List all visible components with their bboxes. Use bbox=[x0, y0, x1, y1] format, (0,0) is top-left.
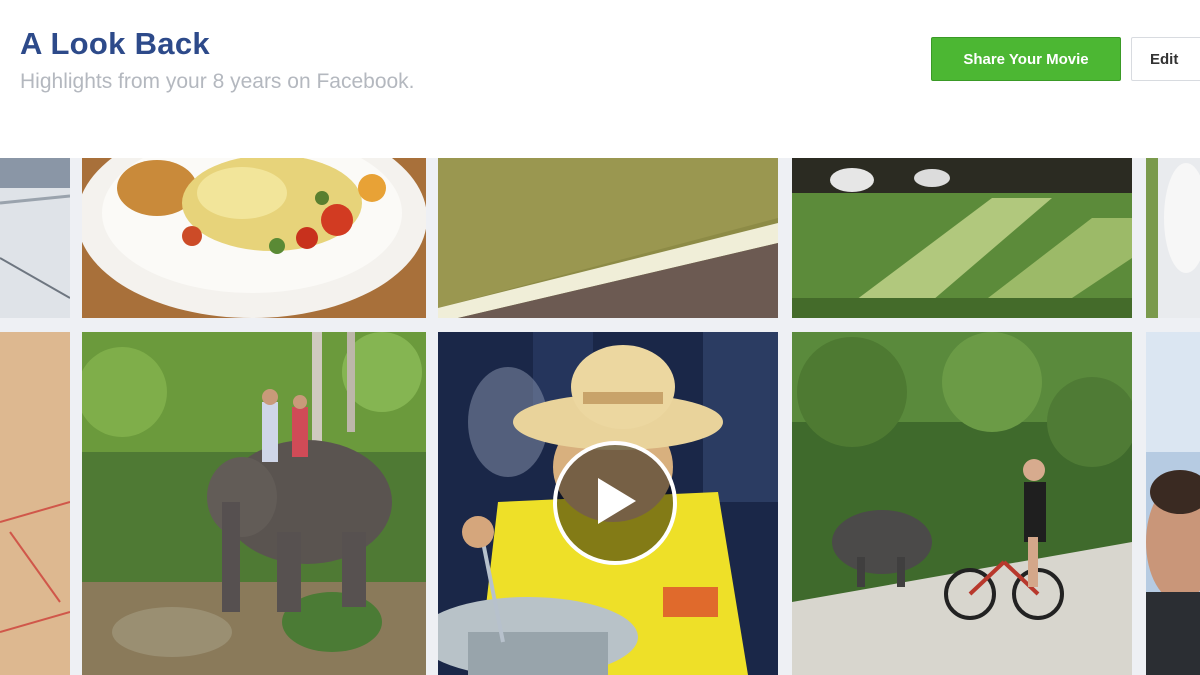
share-movie-button[interactable]: Share Your Movie bbox=[931, 37, 1121, 81]
play-button[interactable] bbox=[553, 441, 677, 565]
photo-tile-grass[interactable] bbox=[792, 158, 1132, 318]
photo-tile-field[interactable] bbox=[438, 158, 778, 318]
page-title: A Look Back bbox=[20, 26, 210, 61]
photo-tile-partial-right-2[interactable] bbox=[1146, 332, 1200, 675]
photo-tile-partial-right-1[interactable] bbox=[1146, 158, 1200, 318]
photo-tile-bicycle[interactable] bbox=[792, 332, 1132, 675]
header: A Look Back Highlights from your 8 years… bbox=[0, 0, 1200, 150]
play-icon bbox=[592, 476, 638, 531]
photo-grid bbox=[0, 158, 1200, 675]
page-subtitle: Highlights from your 8 years on Facebook… bbox=[20, 70, 415, 93]
edit-button[interactable]: Edit bbox=[1131, 37, 1200, 81]
photo-tile-partial-left-2[interactable] bbox=[0, 332, 70, 675]
photo-tile-food[interactable] bbox=[82, 158, 426, 318]
photo-tile-elephant[interactable] bbox=[82, 332, 426, 675]
photo-tile-partial-left-1[interactable] bbox=[0, 158, 70, 318]
